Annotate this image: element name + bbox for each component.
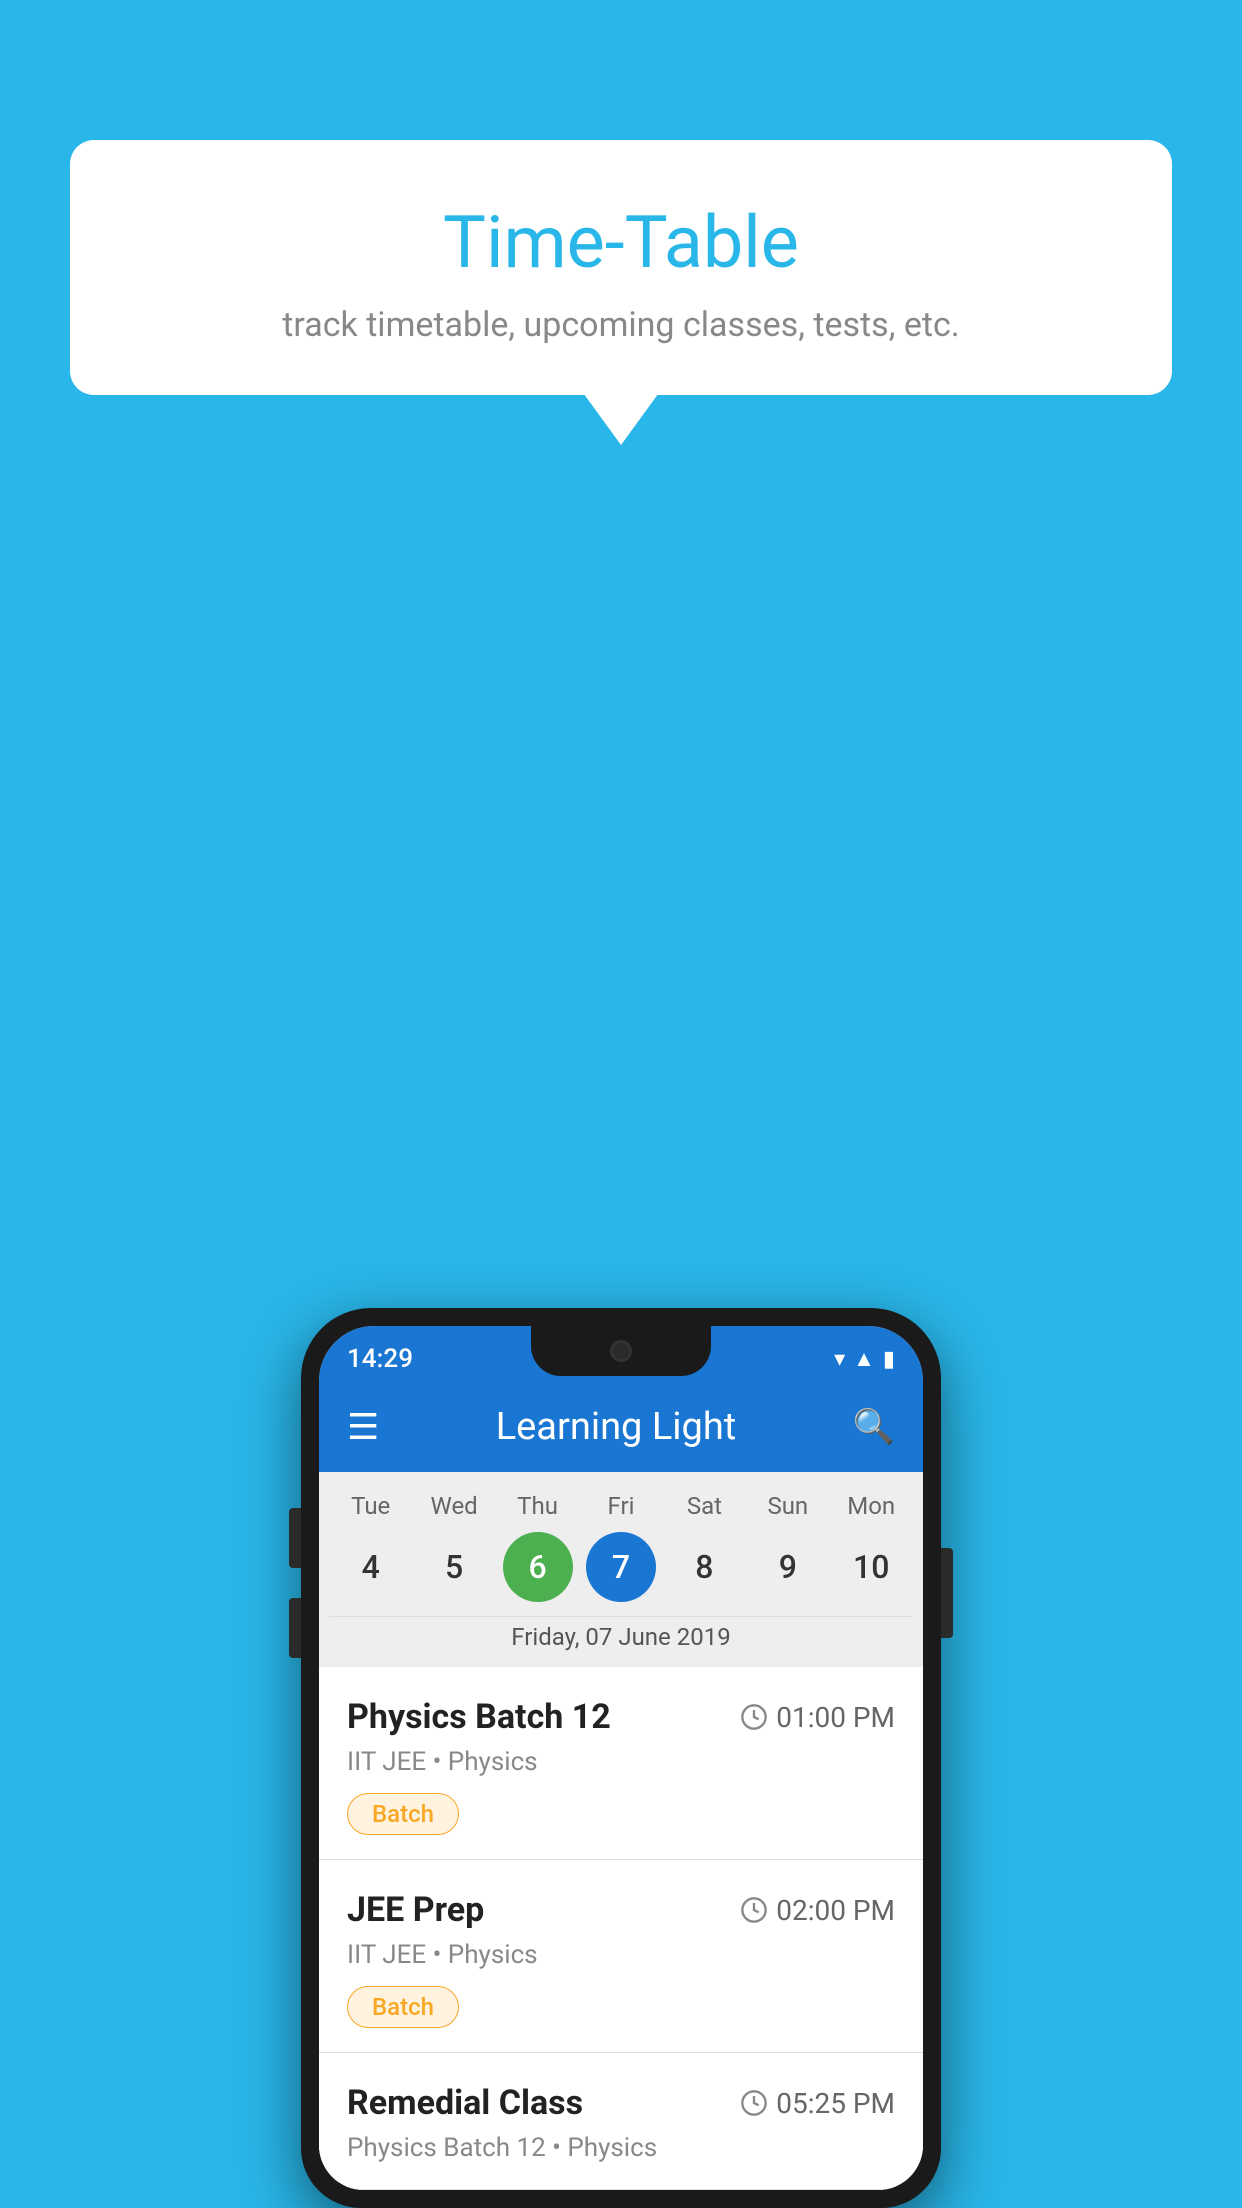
- schedule-item-1-title: Physics Batch 12: [347, 1697, 611, 1737]
- day-fri: Fri: [586, 1492, 656, 1520]
- calendar-date-10[interactable]: 10: [836, 1532, 906, 1602]
- front-camera: [610, 1340, 632, 1362]
- speech-bubble-container: Time-Table track timetable, upcoming cla…: [70, 140, 1172, 395]
- day-wed: Wed: [419, 1492, 489, 1520]
- schedule-item-1-time: 01:00 PM: [740, 1701, 895, 1734]
- schedule-item-2-header: JEE Prep 02:00 PM: [347, 1890, 895, 1930]
- bubble-subtitle: track timetable, upcoming classes, tests…: [120, 305, 1122, 345]
- volume-up-button: [289, 1508, 301, 1568]
- day-sun: Sun: [753, 1492, 823, 1520]
- day-mon: Mon: [836, 1492, 906, 1520]
- day-thu: Thu: [503, 1492, 573, 1520]
- clock-icon-3: [740, 2089, 768, 2117]
- volume-down-button: [289, 1598, 301, 1658]
- speech-bubble: Time-Table track timetable, upcoming cla…: [70, 140, 1172, 395]
- calendar-days-row: Tue Wed Thu Fri Sat Sun Mon: [329, 1492, 913, 1520]
- schedule-item-3-subtitle: Physics Batch 12 • Physics: [347, 2133, 895, 2163]
- schedule-item-1-header: Physics Batch 12 01:00 PM: [347, 1697, 895, 1737]
- calendar-strip: Tue Wed Thu Fri Sat Sun Mon 4 5 6 7 8 9 …: [319, 1472, 923, 1667]
- phone-mockup: 14:29 ▾ ▲ ▮ ☰ Learning Light 🔍 Tue Wed T…: [301, 1308, 941, 2208]
- schedule-item-2-title: JEE Prep: [347, 1890, 484, 1930]
- status-icons: ▾ ▲ ▮: [834, 1346, 895, 1372]
- wifi-icon: ▾: [834, 1347, 845, 1372]
- signal-icon: ▲: [853, 1346, 875, 1372]
- day-sat: Sat: [669, 1492, 739, 1520]
- schedule-item-3-time: 05:25 PM: [740, 2087, 895, 2120]
- battery-icon: ▮: [883, 1347, 895, 1372]
- selected-date-label: Friday, 07 June 2019: [329, 1616, 913, 1657]
- app-title: Learning Light: [379, 1405, 852, 1449]
- calendar-dates-row[interactable]: 4 5 6 7 8 9 10: [329, 1532, 913, 1602]
- calendar-date-4[interactable]: 4: [336, 1532, 406, 1602]
- phone-outer: 14:29 ▾ ▲ ▮ ☰ Learning Light 🔍 Tue Wed T…: [301, 1308, 941, 2208]
- phone-screen: 14:29 ▾ ▲ ▮ ☰ Learning Light 🔍 Tue Wed T…: [319, 1326, 923, 2190]
- day-tue: Tue: [336, 1492, 406, 1520]
- status-time: 14:29: [347, 1344, 413, 1374]
- calendar-date-7-selected[interactable]: 7: [586, 1532, 656, 1602]
- calendar-date-5[interactable]: 5: [419, 1532, 489, 1602]
- schedule-item-2-tag: Batch: [347, 1986, 459, 2028]
- schedule-item-1-tag: Batch: [347, 1793, 459, 1835]
- schedule-item-2-subtitle: IIT JEE • Physics: [347, 1940, 895, 1970]
- menu-icon[interactable]: ☰: [347, 1406, 379, 1448]
- clock-icon-2: [740, 1896, 768, 1924]
- power-button: [941, 1548, 953, 1638]
- phone-notch: [531, 1326, 711, 1376]
- schedule-item-3-header: Remedial Class 05:25 PM: [347, 2083, 895, 2123]
- schedule-list: Physics Batch 12 01:00 PM IIT JEE • Phys…: [319, 1667, 923, 2190]
- schedule-item-1[interactable]: Physics Batch 12 01:00 PM IIT JEE • Phys…: [319, 1667, 923, 1860]
- schedule-item-1-subtitle: IIT JEE • Physics: [347, 1747, 895, 1777]
- app-bar: ☰ Learning Light 🔍: [319, 1382, 923, 1472]
- clock-icon: [740, 1703, 768, 1731]
- schedule-item-3-title: Remedial Class: [347, 2083, 583, 2123]
- schedule-item-2-time: 02:00 PM: [740, 1894, 895, 1927]
- bubble-title: Time-Table: [120, 200, 1122, 285]
- calendar-date-6-today[interactable]: 6: [503, 1532, 573, 1602]
- calendar-date-8[interactable]: 8: [669, 1532, 739, 1602]
- schedule-item-2[interactable]: JEE Prep 02:00 PM IIT JEE • Physics Batc…: [319, 1860, 923, 2053]
- schedule-item-3[interactable]: Remedial Class 05:25 PM Physics Batch 12…: [319, 2053, 923, 2190]
- search-icon[interactable]: 🔍: [853, 1407, 895, 1447]
- calendar-date-9[interactable]: 9: [753, 1532, 823, 1602]
